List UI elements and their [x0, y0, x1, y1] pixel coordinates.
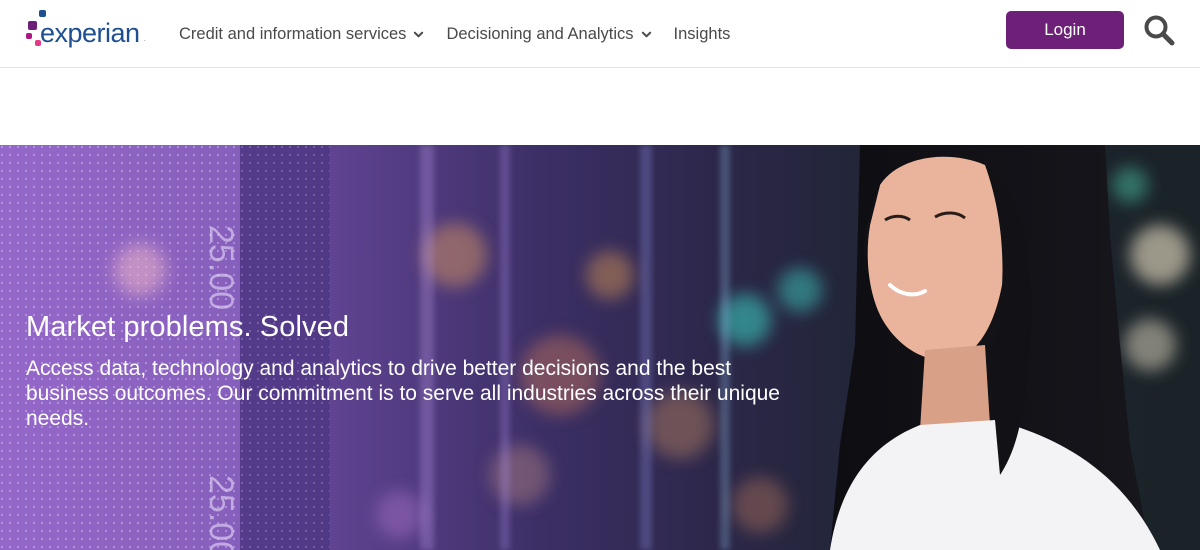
logo-dot	[28, 21, 37, 30]
logo-wordmark: experian	[40, 18, 140, 48]
logo-trademark: .	[144, 37, 146, 43]
led-display-number: 25.00	[202, 225, 240, 311]
nav-item-credit-and-information-services[interactable]: Credit and information services	[179, 0, 424, 68]
hero-title: Market problems. Solved	[26, 311, 350, 343]
search-icon[interactable]	[1142, 13, 1176, 47]
experian-logo[interactable]: experian .	[26, 10, 150, 52]
main-nav: Credit and information services Decision…	[179, 0, 752, 68]
nav-item-label: Insights	[673, 24, 731, 43]
login-button[interactable]: Login	[1006, 11, 1124, 49]
chevron-down-icon	[641, 31, 651, 38]
chevron-down-icon	[414, 31, 424, 38]
hero-description: Access data, technology and analytics to…	[26, 357, 780, 430]
nav-item-label: Decisioning and Analytics	[446, 24, 634, 43]
site-header: experian . Credit and information servic…	[0, 0, 1200, 68]
led-display-number: 25.00	[202, 475, 240, 550]
nav-item-label: Credit and information services	[179, 24, 407, 43]
nav-item-insights[interactable]: Insights	[674, 0, 731, 68]
nav-item-decisioning-and-analytics[interactable]: Decisioning and Analytics	[446, 0, 651, 68]
logo-dot	[26, 33, 32, 39]
hero-image	[0, 145, 1190, 550]
logo-dot	[39, 10, 46, 17]
hero-banner: 25.00 25.00 Market problems. Solved Acce…	[0, 145, 1200, 550]
